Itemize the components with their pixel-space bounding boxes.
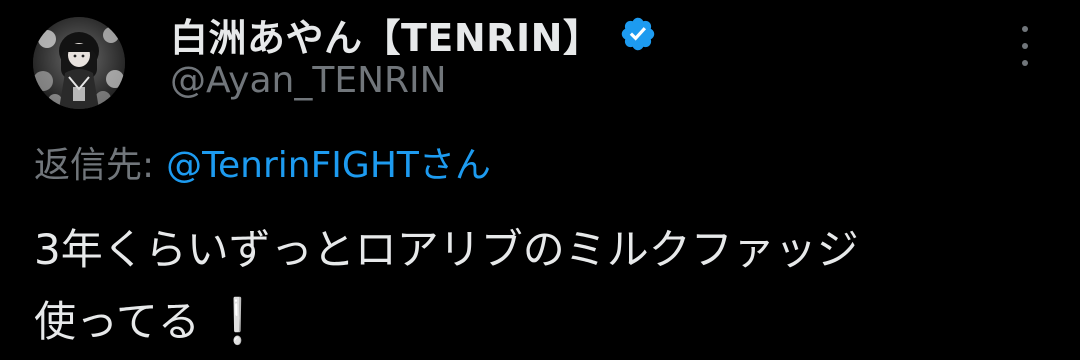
reply-mention-link[interactable]: @TenrinFIGHTさん: [166, 145, 491, 186]
more-dot: [1022, 43, 1028, 49]
reply-label: 返信先:: [34, 145, 155, 186]
tweet-card: 白洲あやん【TENRIN】 @Ayan_TENRIN 返信先: @TenrinFI…: [0, 0, 1080, 360]
more-dot: [1022, 26, 1028, 32]
more-dot: [1022, 60, 1028, 66]
tweet-text: 3年くらいずっとロアリブのミルクファッジ 使ってる ❕: [34, 214, 1044, 358]
tweet-text-line-2-text: 使ってる: [34, 297, 200, 346]
author-name-row: 白洲あやん【TENRIN】: [170, 8, 657, 60]
display-name[interactable]: 白洲あやん【TENRIN】: [170, 7, 601, 62]
user-handle[interactable]: @Ayan_TENRIN: [170, 60, 447, 101]
more-vertical-icon[interactable]: [1010, 26, 1040, 66]
avatar[interactable]: [33, 17, 125, 109]
tweet-text-line-1: 3年くらいずっとロアリブのミルクファッジ: [34, 225, 859, 274]
replying-to: 返信先: @TenrinFIGHTさん: [34, 136, 491, 188]
avatar-image: [33, 17, 125, 109]
exclamation-emoji: ❕: [215, 296, 260, 347]
verified-badge-icon[interactable]: [619, 15, 657, 53]
tweet-text-line-2: 使ってる ❕: [34, 286, 1044, 358]
